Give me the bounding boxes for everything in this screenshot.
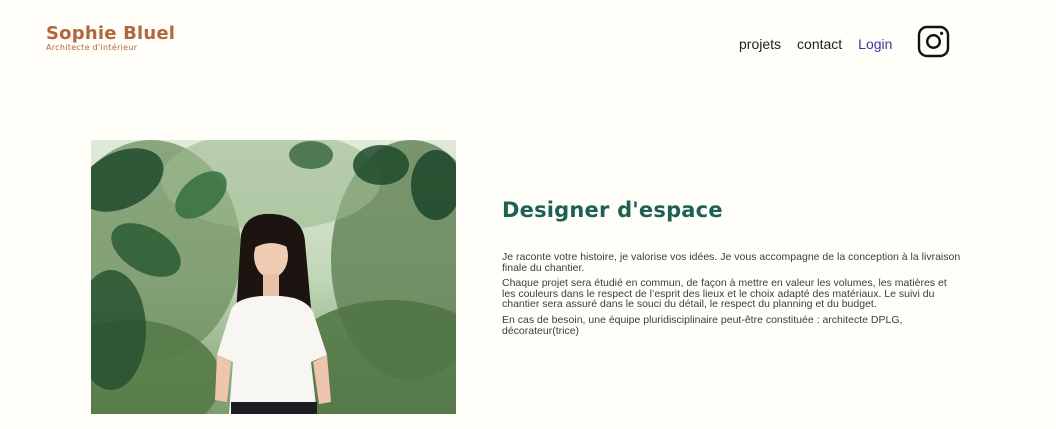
instagram-icon[interactable] <box>917 25 950 58</box>
nav-item-contact[interactable]: contact <box>797 36 842 52</box>
intro-paragraph: En cas de besoin, une équipe pluridiscip… <box>502 313 903 337</box>
intro-paragraph: Je raconte votre histoire, je valorise v… <box>502 251 961 274</box>
nav-item-projets[interactable]: projets <box>739 36 781 52</box>
main-nav: projets contact Login <box>739 34 908 54</box>
introduction-section: Designer d'espace Je raconte votre histo… <box>502 196 962 341</box>
architect-photo <box>91 140 456 414</box>
nav-item-login[interactable]: Login <box>858 36 892 52</box>
logo-name: Sophie Bluel <box>46 23 176 44</box>
section-title: Designer d'espace <box>502 198 723 222</box>
photo-illustration <box>91 140 456 414</box>
site-header: Sophie Bluel Architecte d'intérieur proj… <box>0 0 1056 80</box>
intro-paragraph: Chaque projet sera étudié en commun, de … <box>502 277 947 311</box>
logo-subtitle: Architecte d'intérieur <box>46 43 138 52</box>
logo[interactable]: Sophie Bluel Architecte d'intérieur <box>46 23 176 53</box>
